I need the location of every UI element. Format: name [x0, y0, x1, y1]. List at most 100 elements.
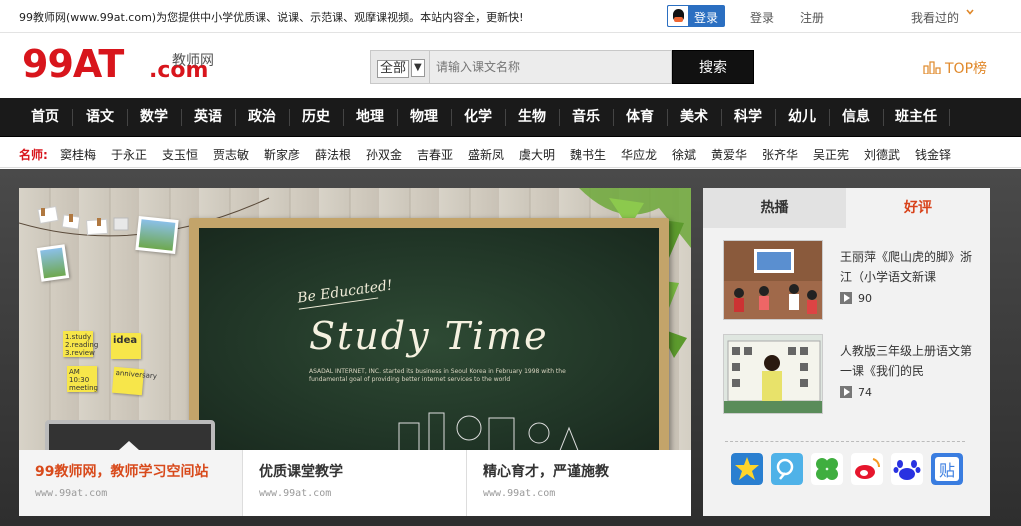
hero-banner[interactable]: Be Educated! Study Time ASADAL INTERNET,…: [19, 188, 691, 450]
teacher-link[interactable]: 窦桂梅: [60, 146, 96, 163]
banner-tab-title: 99教师网，教师学习空间站: [35, 464, 209, 480]
nav-item-home[interactable]: 首页: [18, 98, 72, 137]
qzone-icon[interactable]: [731, 453, 763, 485]
active-tab-pointer: [119, 441, 139, 450]
teacher-link[interactable]: 徐斌: [672, 146, 696, 163]
teacher-link[interactable]: 刘德武: [864, 146, 900, 163]
video-thumbnail[interactable]: [723, 334, 823, 414]
baidu-icon[interactable]: [891, 453, 923, 485]
famous-teachers-bar: 名师: 窦桂梅 于永正 支玉恒 贾志敏 靳家彦 薛法根 孙双金 吉春亚 盛新凤 …: [0, 138, 1021, 168]
search-button[interactable]: 搜索: [672, 50, 754, 84]
teacher-link[interactable]: 魏书生: [570, 146, 606, 163]
teacher-link[interactable]: 黄爱华: [711, 146, 747, 163]
teacher-link[interactable]: 贾志敏: [213, 146, 249, 163]
logo-subtitle: 教师网: [172, 53, 214, 69]
search-bar: 全部 ▼ 搜索: [370, 50, 754, 84]
nav-item-chinese[interactable]: 语文: [73, 98, 127, 137]
teacher-link[interactable]: 张齐华: [762, 146, 798, 163]
video-title[interactable]: 王丽萍《爬山虎的脚》浙江（小学语文新课: [840, 247, 980, 287]
banner-tab-2[interactable]: 优质课堂教学 www.99at.com: [243, 450, 467, 516]
teacher-link[interactable]: 钱金铎: [915, 146, 951, 163]
banner-tab-3[interactable]: 精心育才，严谨施教 www.99at.com: [467, 450, 691, 516]
nav-item-art[interactable]: 美术: [667, 98, 721, 137]
banner-fine-print: ASADAL INTERNET, INC. started its busine…: [309, 368, 566, 383]
chalk-doodle: [398, 412, 579, 450]
logo-main: 99AT: [22, 42, 124, 86]
banner-tab-url: www.99at.com: [259, 488, 332, 499]
bar-chart-icon: [923, 61, 941, 74]
nav-item-science[interactable]: 科学: [721, 98, 775, 137]
banner-tab-url: www.99at.com: [483, 488, 556, 499]
teacher-link[interactable]: 靳家彦: [264, 146, 300, 163]
nav-item-politics[interactable]: 政治: [235, 98, 289, 137]
play-icon: [840, 292, 852, 304]
header: 99AT .com 教师网 全部 ▼ 搜索 TOP榜: [0, 34, 1021, 98]
nav-item-physics[interactable]: 物理: [397, 98, 451, 137]
site-logo[interactable]: 99AT .com 教师网: [22, 42, 222, 88]
nav-item-preschool[interactable]: 幼儿: [775, 98, 829, 137]
nav-item-chemistry[interactable]: 化学: [451, 98, 505, 137]
clover-icon[interactable]: [811, 453, 843, 485]
banner-tab-title: 精心育才，严谨施教: [483, 464, 609, 480]
chalkboard: Be Educated! Study Time ASADAL INTERNET,…: [189, 218, 669, 450]
polaroid-photo: [36, 244, 70, 282]
nav-item-english[interactable]: 英语: [181, 98, 235, 137]
video-thumbnail[interactable]: [723, 240, 823, 320]
history-dropdown[interactable]: 我看过的: [911, 9, 959, 26]
sina-weibo-icon[interactable]: [851, 453, 883, 485]
nav-item-music[interactable]: 音乐: [559, 98, 613, 137]
banner-tabs: 99教师网，教师学习空间站 www.99at.com 优质课堂教学 www.99…: [19, 441, 691, 516]
teacher-link[interactable]: 华应龙: [621, 146, 657, 163]
teacher-link[interactable]: 吴正宪: [813, 146, 849, 163]
teacher-link[interactable]: 吉春亚: [417, 146, 453, 163]
nav-item-pe[interactable]: 体育: [613, 98, 667, 137]
top-list-label: TOP榜: [945, 61, 988, 77]
banner-tab-title: 优质课堂教学: [259, 464, 343, 480]
nav-item-biology[interactable]: 生物: [505, 98, 559, 137]
qq-login-button[interactable]: 登录: [667, 5, 725, 27]
tab-hot[interactable]: 热播: [703, 188, 846, 228]
nav-separator: [949, 109, 950, 126]
teacher-link[interactable]: 盛新凤: [468, 146, 504, 163]
video-title[interactable]: 人教版三年级上册语文第一课《我们的民: [840, 341, 980, 381]
tieba-icon[interactable]: 贴: [931, 453, 963, 485]
sticky-note: 1.study 2.reading 3.review: [63, 331, 99, 357]
video-ranking-panel: 热播 好评 王丽萍《爬山虎的脚》浙江（小学语文新课 90 人教版三年级上册语文第…: [703, 188, 990, 516]
polaroid-photo: [135, 216, 179, 254]
nav-item-history[interactable]: 历史: [289, 98, 343, 137]
teacher-link[interactable]: 薛法根: [315, 146, 351, 163]
nav-item-it[interactable]: 信息: [829, 98, 883, 137]
nav-item-homeroom[interactable]: 班主任: [883, 98, 949, 137]
main-nav: 首页 语文 数学 英语 政治 历史 地理 物理 化学 生物 音乐 体育 美术 科…: [0, 98, 1021, 137]
teacher-link[interactable]: 支玉恒: [162, 146, 198, 163]
banner-tab-1[interactable]: 99教师网，教师学习空间站 www.99at.com: [19, 441, 243, 516]
famous-teachers-label: 名师:: [19, 148, 48, 162]
register-link[interactable]: 注册: [800, 9, 824, 26]
qq-icon: [667, 5, 689, 27]
tab-good[interactable]: 好评: [846, 188, 990, 228]
dropdown-arrow-icon: ▼: [411, 59, 425, 77]
play-icon: [840, 386, 852, 398]
qq-login-label: 登录: [694, 11, 719, 25]
search-input[interactable]: [430, 50, 672, 84]
login-link[interactable]: 登录: [750, 9, 774, 26]
nav-item-geography[interactable]: 地理: [343, 98, 397, 137]
study-time-text: Study Time: [309, 314, 549, 358]
top-bar: 99教师网(www.99at.com)为您提供中小学优质课、说课、示范课、观摩课…: [0, 0, 1021, 33]
sticky-note: anniversary: [111, 366, 157, 396]
svg-text:贴: 贴: [939, 461, 955, 480]
sticky-note: idea: [111, 333, 141, 359]
video-item[interactable]: 王丽萍《爬山虎的脚》浙江（小学语文新课 90: [723, 240, 983, 320]
teacher-link[interactable]: 于永正: [111, 146, 147, 163]
video-item[interactable]: 人教版三年级上册语文第一课《我们的民 74: [723, 334, 983, 414]
chevron-down-icon[interactable]: [966, 8, 974, 16]
play-count: 74: [858, 386, 872, 399]
nav-item-math[interactable]: 数学: [127, 98, 181, 137]
banner-tab-url: www.99at.com: [35, 488, 108, 499]
teacher-link[interactable]: 孙双金: [366, 146, 402, 163]
main-area: Be Educated! Study Time ASADAL INTERNET,…: [0, 169, 1021, 526]
tencent-weibo-icon[interactable]: [771, 453, 803, 485]
search-category-select[interactable]: 全部 ▼: [370, 50, 430, 84]
search-category-value: 全部: [377, 60, 410, 78]
teacher-link[interactable]: 虞大明: [519, 146, 555, 163]
